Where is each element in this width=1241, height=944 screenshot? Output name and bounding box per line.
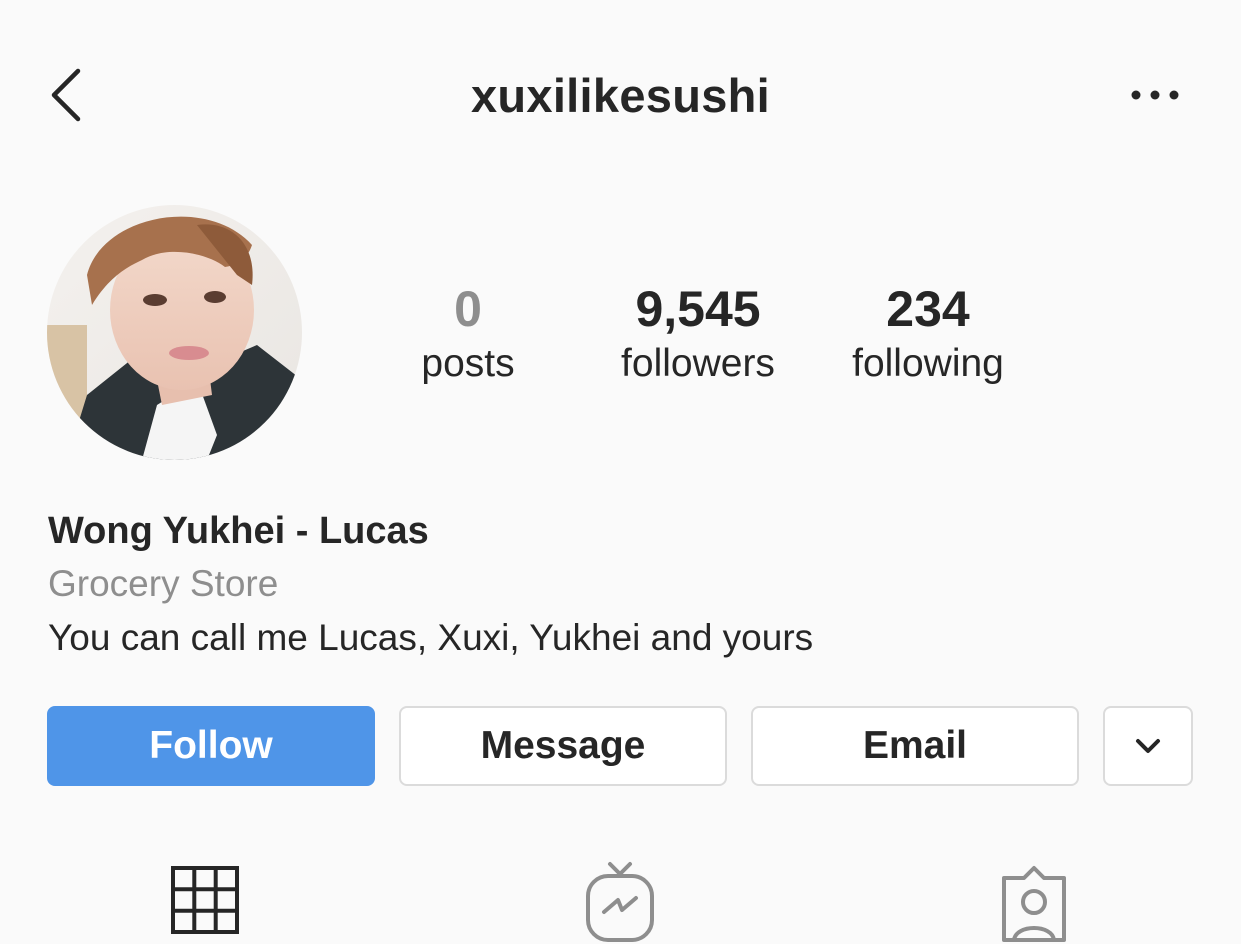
profile-screen: xuxilikesushi 0 posts 9,545 followers 23… bbox=[0, 0, 1241, 944]
email-button[interactable]: Email bbox=[751, 706, 1079, 786]
more-options-button[interactable] bbox=[1125, 80, 1185, 110]
stat-followers[interactable]: 9,545 followers bbox=[598, 280, 798, 390]
follow-button[interactable]: Follow bbox=[47, 706, 375, 786]
profile-bio: You can call me Lucas, Xuxi, Yukhei and … bbox=[48, 617, 814, 658]
profile-photo bbox=[47, 205, 302, 460]
profile-category: Grocery Store bbox=[48, 563, 279, 604]
tab-igtv[interactable] bbox=[584, 860, 656, 944]
stat-posts[interactable]: 0 posts bbox=[368, 280, 568, 390]
chevron-down-icon bbox=[1136, 739, 1160, 753]
tab-grid[interactable] bbox=[170, 860, 240, 941]
following-count: 234 bbox=[886, 281, 970, 337]
following-label: following bbox=[852, 342, 1004, 385]
grid-icon bbox=[171, 866, 239, 934]
message-button[interactable]: Message bbox=[399, 706, 727, 786]
igtv-icon bbox=[586, 862, 654, 942]
suggested-dropdown-button[interactable] bbox=[1103, 706, 1193, 786]
stat-following[interactable]: 234 following bbox=[828, 280, 1028, 390]
followers-label: followers bbox=[621, 342, 775, 385]
header-username: xuxilikesushi bbox=[470, 69, 771, 122]
followers-count: 9,545 bbox=[635, 281, 761, 337]
more-horizontal-icon bbox=[1131, 90, 1179, 100]
profile-full-name: Wong Yukhei - Lucas bbox=[48, 510, 429, 552]
posts-label: posts bbox=[421, 342, 515, 385]
posts-count: 0 bbox=[454, 281, 482, 337]
profile-avatar[interactable] bbox=[47, 205, 302, 460]
tab-tagged[interactable] bbox=[998, 860, 1070, 944]
tagged-icon bbox=[1002, 866, 1066, 942]
